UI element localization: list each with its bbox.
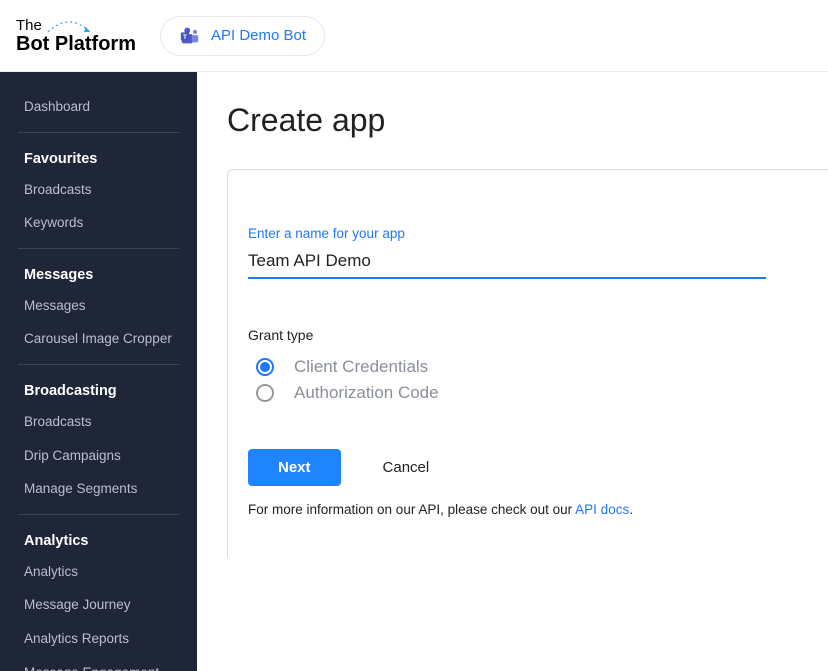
nav-message-journey[interactable]: Message Journey: [0, 588, 197, 622]
section-broadcasting-title: Broadcasting: [0, 375, 197, 405]
sidebar: Dashboard Favourites Broadcasts Keywords…: [0, 72, 197, 671]
nav-carousel-cropper[interactable]: Carousel Image Cropper: [0, 322, 197, 356]
divider: [18, 514, 179, 515]
bot-selector-chip[interactable]: T API Demo Bot: [160, 16, 325, 56]
app-name-input[interactable]: [248, 247, 766, 279]
topbar: The Bot Platform T API Demo Bot: [0, 0, 828, 71]
nav-analytics[interactable]: Analytics: [0, 555, 197, 589]
nav-broadcasts[interactable]: Broadcasts: [0, 405, 197, 439]
radio-client-credentials[interactable]: [256, 358, 274, 376]
logo: The Bot Platform: [16, 18, 136, 54]
grant-type-label: Grant type: [248, 327, 828, 343]
api-info-prefix: For more information on our API, please …: [248, 502, 575, 517]
nav-favourites-keywords[interactable]: Keywords: [0, 206, 197, 240]
nav-analytics-reports[interactable]: Analytics Reports: [0, 622, 197, 656]
bot-chip-label: API Demo Bot: [211, 27, 306, 44]
create-app-card: Enter a name for your app Grant type Cli…: [227, 169, 828, 557]
app-name-label: Enter a name for your app: [248, 226, 828, 241]
nav-dashboard[interactable]: Dashboard: [0, 90, 197, 124]
page-title: Create app: [227, 102, 828, 139]
cancel-button[interactable]: Cancel: [383, 459, 430, 476]
radio-authorization-code-label: Authorization Code: [294, 383, 439, 403]
ms-teams-icon: T: [179, 25, 201, 47]
nav-favourites-broadcasts[interactable]: Broadcasts: [0, 173, 197, 207]
divider: [18, 248, 179, 249]
divider: [18, 132, 179, 133]
nav-manage-segments[interactable]: Manage Segments: [0, 472, 197, 506]
api-info-line: For more information on our API, please …: [248, 502, 828, 517]
next-button[interactable]: Next: [248, 449, 341, 486]
logo-text-line1: The: [16, 18, 42, 33]
nav-message-engagement[interactable]: Message Engagement: [0, 656, 197, 671]
logo-text-line2: Bot Platform: [16, 34, 136, 54]
radio-client-credentials-label: Client Credentials: [294, 357, 428, 377]
api-docs-link[interactable]: API docs: [575, 502, 629, 517]
section-analytics-title: Analytics: [0, 525, 197, 555]
api-info-suffix: .: [629, 502, 633, 517]
divider: [18, 364, 179, 365]
main-content: Create app Enter a name for your app Gra…: [197, 72, 828, 671]
svg-text:T: T: [183, 33, 187, 40]
logo-arc-icon: [46, 18, 92, 34]
section-messages-title: Messages: [0, 259, 197, 289]
radio-authorization-code[interactable]: [256, 384, 274, 402]
nav-messages[interactable]: Messages: [0, 289, 197, 323]
section-favourites-title: Favourites: [0, 143, 197, 173]
nav-drip-campaigns[interactable]: Drip Campaigns: [0, 439, 197, 473]
